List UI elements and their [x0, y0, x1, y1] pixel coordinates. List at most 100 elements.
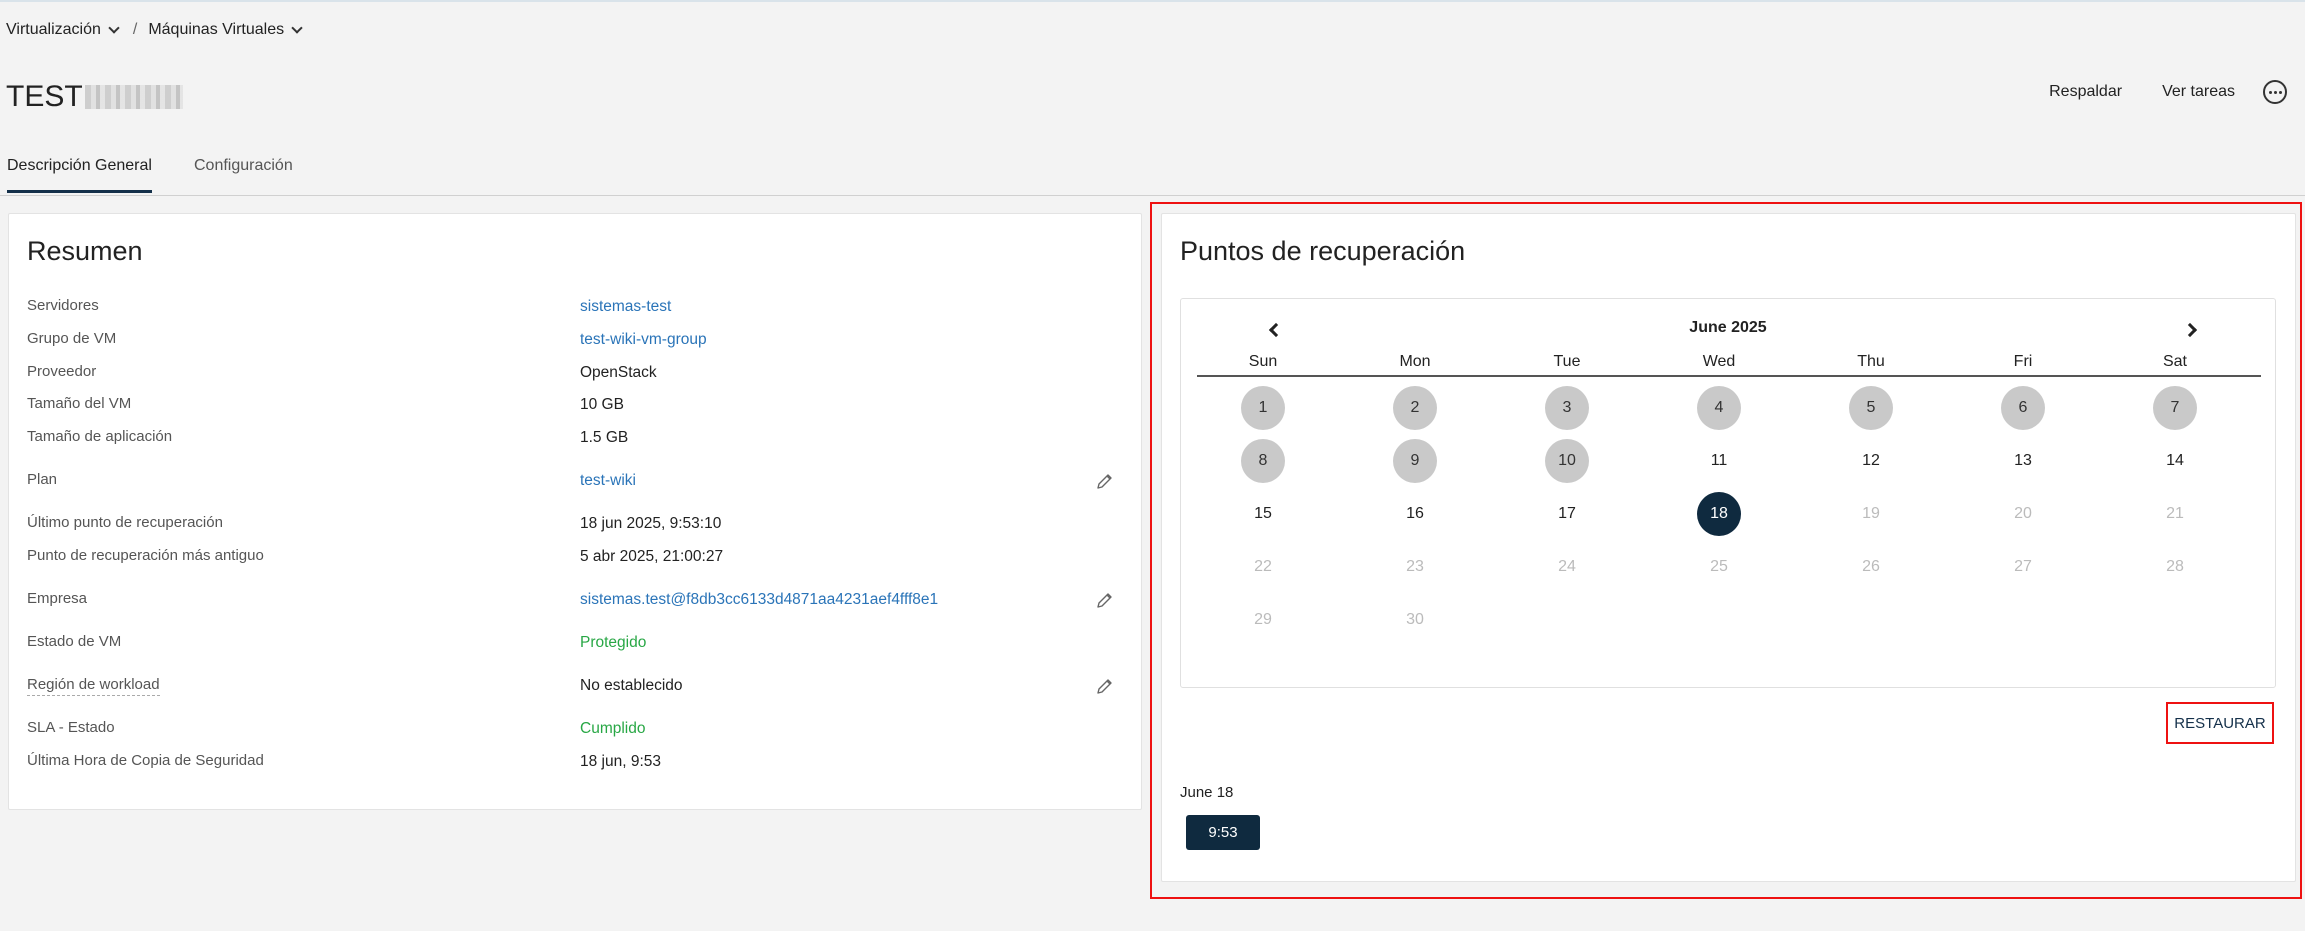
summary-row-last-recovery: Último punto de recuperación 18 jun 2025… [27, 514, 1127, 536]
vm-group-link[interactable]: test-wiki-vm-group [580, 331, 707, 349]
edit-region-icon[interactable] [1095, 676, 1115, 696]
calendar-day[interactable]: 7 [2153, 386, 2197, 430]
summary-row-servers: Servidores sistemas-test [27, 297, 1127, 319]
summary-row-provider: Proveedor OpenStack [27, 363, 1127, 385]
row-value: 18 jun, 9:53 [580, 753, 662, 770]
row-label: Grupo de VM [27, 330, 117, 347]
breadcrumb-separator: / [132, 21, 138, 38]
recovery-calendar: June 2025 Sun Mon Tue Wed Thu Fri Sat 12345678… [1180, 298, 2276, 688]
calendar-day[interactable]: 8 [1241, 439, 1285, 483]
row-label: Última Hora de Copia de Seguridad [27, 752, 264, 769]
calendar-day[interactable]: 2 [1393, 386, 1437, 430]
breadcrumb: Virtualización / Máquinas Virtuales [6, 21, 303, 39]
calendar-day[interactable]: 4 [1697, 386, 1741, 430]
vm-state-value: Protegido [580, 634, 647, 651]
row-label: Proveedor [27, 363, 97, 380]
summary-row-vm-state: Estado de VM Protegido [27, 633, 1127, 655]
summary-row-workload-region: Región de workload No establecido [27, 676, 1127, 698]
row-value: OpenStack [580, 364, 657, 381]
selected-date-label: June 18 [1180, 784, 1234, 801]
row-label: Empresa [27, 590, 88, 607]
weekday-label: Tue [1553, 353, 1581, 370]
breadcrumb-virtualizacion[interactable]: Virtualización [6, 21, 120, 39]
row-label: Región de workload [27, 676, 160, 696]
summary-row-plan: Plan test-wiki [27, 471, 1127, 493]
row-value: 10 GB [580, 396, 624, 413]
edit-plan-icon[interactable] [1095, 471, 1115, 491]
calendar-day[interactable]: 6 [2001, 386, 2045, 430]
summary-row-last-backup-time: Última Hora de Copia de Seguridad 18 jun… [27, 752, 1127, 774]
summary-card: Resumen Servidores sistemas-test Grupo d… [8, 213, 1142, 810]
restore-button[interactable]: RESTAURAR [2166, 702, 2274, 744]
plan-link[interactable]: test-wiki [580, 472, 636, 490]
calendar-day[interactable]: 1 [1241, 386, 1285, 430]
row-label: Plan [27, 471, 58, 488]
row-value: 1.5 GB [580, 429, 629, 446]
row-value: 5 abr 2025, 21:00:27 [580, 548, 724, 565]
calendar-day[interactable]: 10 [1545, 439, 1589, 483]
calendar-day[interactable]: 12 [1849, 439, 1893, 483]
calendar-day[interactable]: 9 [1393, 439, 1437, 483]
weekday-label: Sat [2162, 353, 2187, 370]
recovery-title: Puntos de recuperación [1180, 236, 1466, 266]
header-actions: Respaldar Ver tareas [2049, 80, 2287, 104]
summary-title: Resumen [27, 236, 143, 266]
backup-button[interactable]: Respaldar [2049, 83, 2122, 101]
weekday-label: Wed [1702, 353, 1736, 370]
weekday-label: Thu [1857, 353, 1885, 370]
summary-row-company: Empresa sistemas.test@f8db3cc6133d4871aa… [27, 590, 1127, 612]
company-link[interactable]: sistemas.test@f8db3cc6133d4871aa4231aef4… [580, 591, 938, 609]
calendar-day: 25 [1710, 558, 1728, 575]
breadcrumb-label: Máquinas Virtuales [148, 21, 285, 38]
edit-company-icon[interactable] [1095, 590, 1115, 610]
calendar-day[interactable]: 13 [2001, 439, 2045, 483]
view-tasks-button[interactable]: Ver tareas [2162, 83, 2235, 101]
calendar-day: 19 [1862, 505, 1880, 522]
page-title: TEST [6, 80, 183, 114]
calendar-day: 30 [1406, 611, 1424, 628]
calendar-day[interactable]: 11 [1697, 439, 1741, 483]
calendar-day: 28 [2166, 558, 2184, 575]
calendar-weekday-header: Sun Mon Tue Wed Thu Fri Sat [1197, 353, 2261, 377]
row-label: Tamaño de aplicación [27, 428, 173, 445]
calendar-day[interactable]: 5 [1849, 386, 1893, 430]
tab-bar: Descripción General Configuración [0, 142, 2305, 196]
top-border [0, 0, 2305, 2]
breadcrumb-label: Virtualización [6, 21, 101, 38]
page-title-text: TEST [6, 80, 83, 113]
calendar-day[interactable]: 16 [1393, 492, 1437, 536]
row-label: Punto de recuperación más antiguo [27, 547, 264, 564]
recovery-time-chip[interactable]: 9:53 [1186, 815, 1260, 850]
calendar-day[interactable]: 18 [1697, 492, 1741, 536]
row-label: Estado de VM [27, 633, 122, 650]
summary-row-vm-group: Grupo de VM test-wiki-vm-group [27, 330, 1127, 352]
calendar-day: 29 [1254, 611, 1272, 628]
calendar-day[interactable]: 14 [2153, 439, 2197, 483]
calendar-day: 26 [1862, 558, 1880, 575]
calendar-day: 24 [1558, 558, 1576, 575]
servers-link[interactable]: sistemas-test [580, 298, 671, 316]
weekday-label: Fri [2013, 353, 2033, 370]
next-month-icon[interactable] [2181, 319, 2203, 341]
breadcrumb-maquinas-virtuales[interactable]: Máquinas Virtuales [148, 21, 303, 39]
redacted-name [84, 85, 183, 109]
recovery-points-card: Puntos de recuperación June 2025 Sun Mon T… [1161, 213, 2296, 882]
more-options-icon[interactable] [2263, 80, 2287, 104]
calendar-day: 27 [2014, 558, 2032, 575]
row-value: 18 jun 2025, 9:53:10 [580, 515, 722, 532]
tab-overview[interactable]: Descripción General [7, 157, 152, 193]
calendar-day[interactable]: 15 [1241, 492, 1285, 536]
chevron-down-icon [108, 21, 120, 34]
calendar-day[interactable]: 17 [1545, 492, 1589, 536]
chevron-down-icon [291, 21, 303, 34]
summary-row-sla-state: SLA - Estado Cumplido [27, 719, 1127, 741]
weekday-label: Sun [1248, 353, 1278, 370]
row-label: Tamaño del VM [27, 395, 132, 412]
tab-configuration[interactable]: Configuración [194, 157, 293, 175]
row-label: Servidores [27, 297, 99, 314]
calendar-day: 22 [1254, 558, 1272, 575]
calendar-day: 21 [2166, 505, 2184, 522]
calendar-day: 23 [1406, 558, 1424, 575]
calendar-day[interactable]: 3 [1545, 386, 1589, 430]
row-value: No establecido [580, 677, 683, 694]
